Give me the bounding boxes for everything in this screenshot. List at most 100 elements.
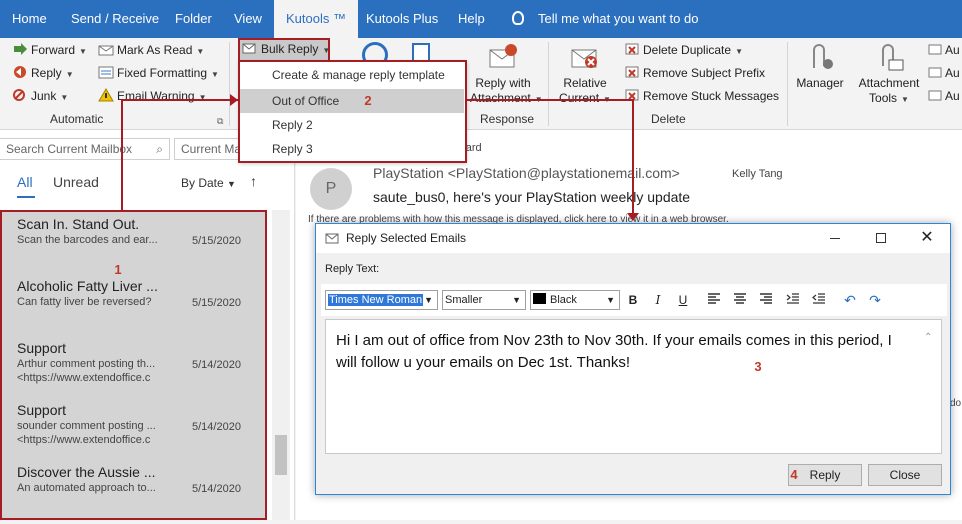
manager-label: Manager <box>796 76 844 90</box>
maximize-icon[interactable] <box>858 224 904 253</box>
dialog-title-bar: Reply Selected Emails ✕ <box>316 224 950 253</box>
envelope-open-icon <box>98 42 114 56</box>
font-size-value: Smaller <box>445 294 483 306</box>
minimize-icon[interactable] <box>812 224 858 253</box>
align-right-icon[interactable] <box>757 291 775 309</box>
dialog-envelope-icon <box>325 231 339 244</box>
envelope-reply-icon <box>487 42 519 72</box>
reply-text-body[interactable]: Hi I am out of office from Nov 23th to N… <box>336 330 906 374</box>
callout-box-email-list <box>0 210 267 520</box>
remove-subject-prefix-button[interactable]: Remove Subject Prefix <box>624 65 765 80</box>
warning-icon <box>98 88 114 102</box>
tab-view[interactable]: View <box>234 0 262 38</box>
reply-label: Reply <box>31 66 62 80</box>
tab-send-receive[interactable]: Send / Receive <box>71 0 159 38</box>
font-family-value: Times New Roman <box>328 294 424 306</box>
callout-box-bulk-reply <box>238 38 330 62</box>
remove-prefix-icon <box>624 65 640 79</box>
font-size-select[interactable]: Smaller ▼ <box>442 290 526 310</box>
callout-box-dropdown <box>238 60 467 163</box>
bold-icon[interactable]: B <box>624 291 642 309</box>
forward-button[interactable]: Forward ▼ <box>12 42 87 57</box>
tab-kutools-plus[interactable]: Kutools Plus <box>366 0 438 38</box>
mark-as-read-label: Mark As Read <box>117 43 193 57</box>
dialog-title: Reply Selected Emails <box>346 231 467 245</box>
reply-icon <box>12 65 28 79</box>
callout-badge-4: 4 <box>790 467 798 482</box>
remove-subject-prefix-label: Remove Subject Prefix <box>643 66 766 80</box>
reply-selected-emails-dialog: Reply Selected Emails ✕ Reply Text: Time… <box>315 223 951 495</box>
reply-with-label-1: Reply with <box>475 76 531 90</box>
reply-button[interactable]: Reply ▼ <box>12 65 74 80</box>
forward-icon <box>12 42 28 56</box>
font-color-select[interactable]: Black ▼ <box>530 290 620 310</box>
tab-home[interactable]: Home <box>12 0 47 38</box>
reply-text-label: Reply Text: <box>325 263 380 275</box>
manager-button[interactable]: Manager <box>794 42 846 91</box>
sort-by-date[interactable]: By Date ▼ <box>181 176 236 190</box>
junk-button[interactable]: Junk ▼ <box>12 88 68 103</box>
auto-item-1[interactable]: Au <box>928 42 960 57</box>
callout-line <box>632 99 634 214</box>
reply-text-editor[interactable]: Hi I am out of office from Nov 23th to N… <box>325 319 942 454</box>
dialog-launcher-icon[interactable]: ⧉ <box>217 116 223 127</box>
undo-icon[interactable]: ↶ <box>841 291 859 309</box>
auto-item-3[interactable]: Au <box>928 88 960 103</box>
sort-direction-icon[interactable]: ↑ <box>250 173 257 189</box>
envelope-delete-icon <box>569 42 601 72</box>
scrollbar-thumb[interactable] <box>275 435 287 475</box>
close-button[interactable]: Close <box>868 464 942 486</box>
tab-folder[interactable]: Folder <box>175 0 212 38</box>
callout-arrow <box>627 213 639 221</box>
tell-me-search[interactable]: Tell me what you want to do <box>538 0 698 38</box>
reply-with-attachment-button[interactable]: Reply with Attachment▼ <box>470 42 543 107</box>
search-icon[interactable]: ⌕ <box>156 139 163 159</box>
paperclip-gear-icon <box>804 42 836 72</box>
ribbon-separator <box>787 42 788 126</box>
email-subject: saute_bus0, here's your PlayStation week… <box>373 189 691 205</box>
filter-all[interactable]: All <box>17 174 33 190</box>
callout-line <box>121 99 238 101</box>
callout-line <box>121 99 123 211</box>
relative-current-button[interactable]: Relative Current▼ <box>556 42 614 107</box>
fixed-formatting-button[interactable]: Fixed Formatting ▼ <box>98 65 219 80</box>
align-center-icon[interactable] <box>731 291 749 309</box>
attachment-tools-button[interactable]: Attachment Tools ▼ <box>856 42 922 107</box>
attachment-label: Attachment <box>858 76 920 90</box>
font-family-select[interactable]: Times New Roman ▼ <box>325 290 438 310</box>
close-icon[interactable]: ✕ <box>904 224 950 253</box>
redo-icon[interactable]: ↷ <box>866 291 884 309</box>
underline-icon[interactable]: U <box>674 291 692 309</box>
tab-kutools[interactable]: Kutools ™ <box>274 0 358 38</box>
junk-label: Junk <box>31 89 57 103</box>
search-input[interactable]: Search Current Mailbox ⌕ <box>0 138 170 160</box>
tab-help[interactable]: Help <box>458 0 485 38</box>
auto-item-2[interactable]: Au <box>928 65 960 80</box>
formatting-icon <box>98 65 114 79</box>
scroll-up-icon[interactable]: ⌃ <box>924 332 932 343</box>
callout-arrow <box>230 94 238 106</box>
side-fragment: do <box>950 398 962 409</box>
outdent-icon[interactable] <box>810 291 828 309</box>
group-label-response: Response <box>480 112 535 126</box>
remove-stuck-messages-button[interactable]: Remove Stuck Messages <box>624 88 779 103</box>
group-label-delete: Delete <box>651 112 686 126</box>
indent-icon[interactable] <box>784 291 802 309</box>
callout-badge-2: 2 <box>364 93 372 108</box>
delete-duplicate-button[interactable]: Delete Duplicate ▼ <box>624 42 743 57</box>
font-color-value: Black <box>550 294 577 306</box>
filter-all-underline <box>17 196 35 198</box>
ribbon: Forward ▼ Reply ▼ Junk ▼ Mark As Read ▼ Fixe… <box>0 38 962 130</box>
color-swatch <box>533 293 546 304</box>
align-left-icon[interactable] <box>705 291 723 309</box>
scrollbar[interactable] <box>272 210 290 520</box>
ribbon-separator <box>229 42 230 126</box>
auto-icon <box>928 65 942 79</box>
ribbon-tab-bar: Home Send / Receive Folder View Kutools … <box>0 0 962 38</box>
mark-as-read-button[interactable]: Mark As Read ▼ <box>98 42 204 57</box>
search-placeholder: Search Current Mailbox <box>6 142 133 156</box>
junk-icon <box>12 88 28 102</box>
filter-unread[interactable]: Unread <box>53 174 99 190</box>
remove-stuck-messages-label: Remove Stuck Messages <box>643 89 780 103</box>
italic-icon[interactable]: I <box>649 291 667 309</box>
